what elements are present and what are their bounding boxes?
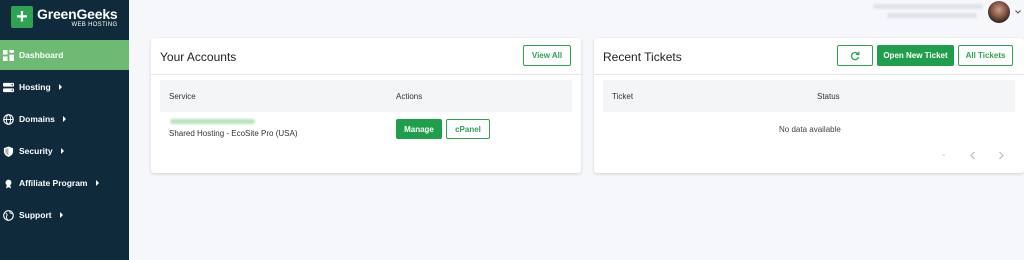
sidebar-item-label: Security: [19, 146, 53, 156]
sidebar-item-affiliate-program[interactable]: Affiliate Program: [0, 168, 129, 198]
server-icon: [3, 82, 14, 92]
column-header-status: Status: [817, 92, 840, 101]
chevron-left-icon[interactable]: [969, 151, 977, 160]
card-divider: [151, 74, 581, 75]
service-name: Shared Hosting - EcoSite Pro (USA): [169, 129, 298, 138]
sidebar-item-label: Hosting: [19, 82, 51, 92]
sidebar-item-label: Dashboard: [19, 50, 64, 60]
sidebar-item-label: Support: [19, 210, 52, 220]
refresh-icon: [850, 51, 860, 60]
brand-subtitle: WEB HOSTING: [71, 21, 118, 28]
sidebar-item-domains[interactable]: Domains: [0, 104, 129, 134]
avatar[interactable]: [988, 1, 1010, 23]
accounts-card: Your Accounts View All Service Actions S…: [151, 38, 581, 173]
tickets-card: Recent Tickets Open New Ticket All Ticke…: [594, 38, 1024, 173]
sidebar-item-support[interactable]: Support: [0, 200, 129, 230]
column-header-actions: Actions: [396, 92, 423, 101]
view-all-button[interactable]: View All: [523, 45, 571, 66]
open-new-ticket-button[interactable]: Open New Ticket: [877, 45, 954, 66]
empty-state-message: No data available: [779, 125, 841, 134]
chevron-down-icon[interactable]: [1014, 8, 1022, 16]
caret-right-icon: [60, 148, 64, 154]
tickets-table-header: Ticket Status: [603, 80, 1015, 112]
column-header-ticket: Ticket: [612, 92, 634, 101]
dashboard-icon: [3, 49, 14, 61]
caret-right-icon: [58, 84, 62, 90]
card-divider: [594, 74, 1024, 75]
accounts-table-header: Service Actions: [160, 80, 572, 112]
cpanel-button[interactable]: cPanel: [446, 119, 490, 139]
shield-icon: [3, 145, 14, 157]
plus-logo-icon: +: [11, 6, 33, 28]
refresh-button[interactable]: [837, 45, 873, 66]
affiliate-icon: [5, 179, 12, 189]
domain-link-redacted[interactable]: [170, 119, 255, 124]
support-globe-icon: [3, 209, 14, 221]
accounts-title: Your Accounts: [160, 50, 237, 64]
sidebar-item-label: Domains: [19, 114, 55, 124]
sidebar-item-security[interactable]: Security: [0, 136, 129, 166]
sidebar: + GreenGeeks WEB HOSTING Dashboard Hosti…: [0, 0, 129, 260]
column-header-service: Service: [169, 92, 196, 101]
user-info-redacted[interactable]: [873, 4, 983, 20]
globe-icon: [3, 113, 14, 125]
tickets-title: Recent Tickets: [603, 50, 682, 64]
brand-name: GreenGeeks: [37, 5, 118, 22]
sidebar-nav: Dashboard Hosting Domains Security Affil…: [0, 40, 129, 232]
sidebar-item-label: Affiliate Program: [19, 178, 88, 188]
brand-logo[interactable]: + GreenGeeks WEB HOSTING: [0, 0, 129, 34]
caret-right-icon: [95, 180, 99, 186]
sidebar-item-dashboard[interactable]: Dashboard: [0, 40, 129, 70]
manage-button[interactable]: Manage: [396, 119, 442, 139]
chevron-right-icon[interactable]: [997, 151, 1005, 160]
all-tickets-button[interactable]: All Tickets: [958, 45, 1013, 66]
caret-right-icon: [62, 116, 66, 122]
caret-right-icon: [59, 212, 63, 218]
sidebar-item-hosting[interactable]: Hosting: [0, 72, 129, 102]
pagination-current: -: [942, 150, 946, 161]
